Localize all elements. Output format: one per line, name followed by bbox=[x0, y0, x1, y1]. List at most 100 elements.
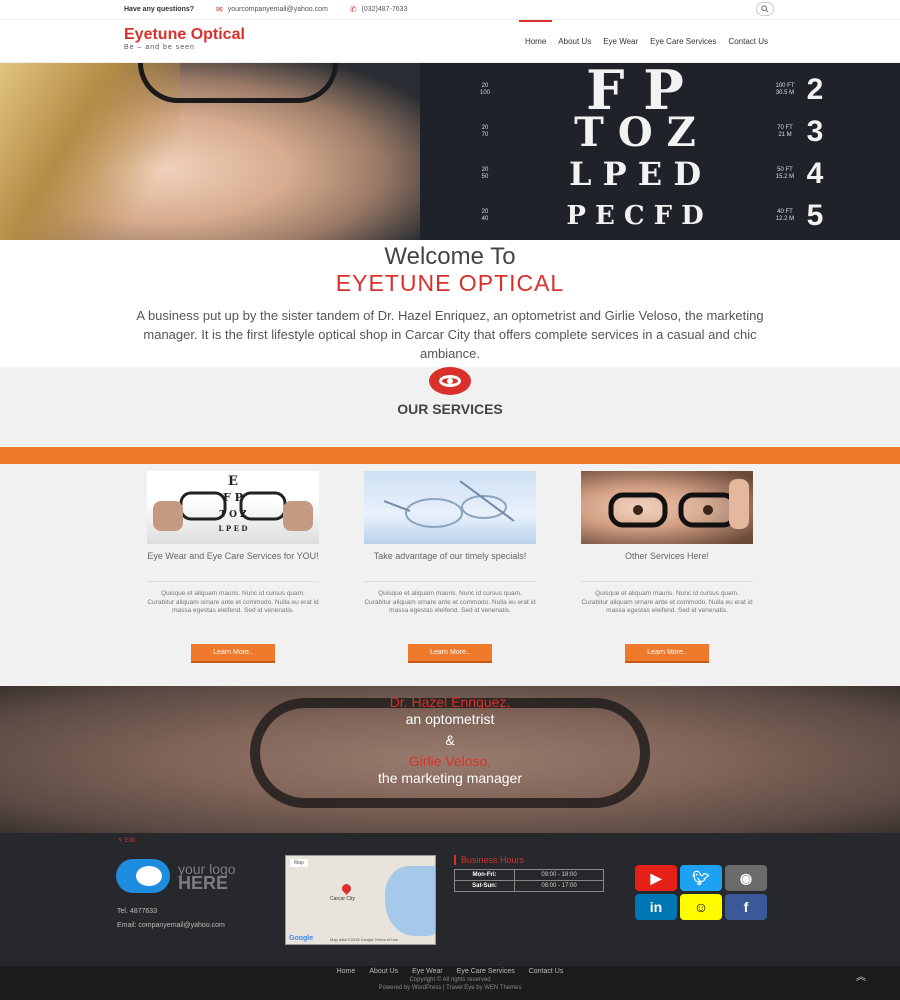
topbar-email[interactable]: ✉ yourcompanyemail@yahoo.com bbox=[216, 5, 328, 14]
phone-icon: ✆ bbox=[349, 5, 357, 14]
footer: ✎ Edit your logo HERE Tel. 4877633 Email… bbox=[0, 833, 900, 966]
topbar-phone[interactable]: ✆ (032)487-7633 bbox=[350, 5, 408, 14]
questions-label: Have any questions? bbox=[124, 6, 195, 13]
footer-link-eye-wear[interactable]: Eye Wear bbox=[412, 968, 443, 975]
twitter-icon[interactable]: 🐦︎ bbox=[680, 865, 722, 891]
service-card-title: Other Services Here! bbox=[624, 551, 710, 561]
service-card-divider bbox=[364, 581, 536, 582]
envelope-icon: ✉ bbox=[216, 5, 223, 14]
chart-right-num: 50 FT bbox=[777, 167, 793, 173]
eye-chart-row: 20 40 P E C F D 40 FT 12.2 M 5 bbox=[470, 195, 830, 237]
powered-by: Powered by WordPress | Travel Eye by WEN… bbox=[378, 985, 522, 991]
edit-link[interactable]: ✎ Edit bbox=[118, 837, 135, 844]
instagram-icon[interactable]: ◉ bbox=[725, 865, 767, 891]
glasses-on-blue-image bbox=[364, 471, 536, 544]
logo-mark-icon bbox=[116, 859, 170, 893]
chart-right-num: 15.2 M bbox=[775, 174, 795, 180]
orange-divider bbox=[0, 447, 900, 464]
service-card-text: Quisque et aliquam mauris. Nunc id cursu… bbox=[147, 590, 319, 614]
map-tab[interactable]: Map bbox=[290, 859, 308, 867]
footer-logo[interactable]: your logo HERE bbox=[116, 859, 236, 893]
hours-time: 08:00 - 17:00 bbox=[514, 880, 604, 892]
service-card-divider bbox=[581, 581, 753, 582]
hours-day: Mon-Fri: bbox=[454, 869, 515, 881]
youtube-icon[interactable]: ▶ bbox=[635, 865, 677, 891]
chart-right-num: 21 M bbox=[778, 132, 792, 138]
chart-right-num: 40 FT bbox=[777, 209, 793, 215]
linkedin-icon[interactable]: in bbox=[635, 894, 677, 920]
footer-email: Email: companyemail@yahoo.com bbox=[117, 922, 225, 929]
bottom-footer: Home About Us Eye Wear Eye Care Services… bbox=[0, 966, 900, 1000]
founder-name: Dr. Hazel Enriquez, bbox=[389, 694, 511, 710]
scroll-top-icon[interactable]: ︽ bbox=[856, 968, 866, 983]
nav-eye-wear[interactable]: Eye Wear bbox=[597, 20, 644, 63]
map-city-label: Carcar City bbox=[330, 896, 356, 902]
learn-more-button[interactable]: Learn More.. bbox=[408, 644, 492, 663]
site-header: Eyetune Optical Be – and be seen Home Ab… bbox=[0, 20, 900, 63]
service-card: E F P T O Z L P E D Eye Wear and Eye Car… bbox=[147, 471, 319, 686]
founder-role: the marketing manager bbox=[378, 770, 522, 786]
founder-role: an optometrist bbox=[405, 711, 495, 727]
nav-contact-us[interactable]: Contact Us bbox=[722, 20, 774, 63]
chart-line-number: 5 bbox=[806, 199, 824, 232]
facebook-icon[interactable]: f bbox=[725, 894, 767, 920]
welcome-description: A business put up by the sister tandem o… bbox=[136, 308, 764, 361]
chart-left-num: 20 bbox=[481, 125, 489, 131]
hours-time: 09:00 - 18:00 bbox=[514, 869, 604, 881]
chart-left-num: 20 bbox=[481, 167, 489, 173]
nav-home[interactable]: Home bbox=[518, 20, 553, 63]
chart-right-num: 30.5 M bbox=[775, 90, 795, 96]
business-hours: Business Hours Mon-Fri: 09:00 - 18:00 Sa… bbox=[454, 855, 604, 892]
site-title[interactable]: Eyetune Optical bbox=[124, 26, 245, 44]
welcome-section: Welcome To EYETUNE OPTICAL A business pu… bbox=[0, 240, 900, 365]
svg-text:L P E D: L P E D bbox=[219, 524, 248, 533]
services-header: OUR SERVICES bbox=[0, 367, 900, 447]
eye-chart-row: 20 70 T O Z 70 FT 21 M 3 bbox=[470, 108, 830, 156]
services-title: OUR SERVICES bbox=[397, 401, 503, 417]
location-map[interactable]: Map Carcar City Google Map data ©2016 Go… bbox=[285, 855, 436, 945]
chart-line-number: 2 bbox=[806, 73, 824, 106]
chart-right-num: 100 FT bbox=[775, 83, 795, 89]
learn-more-button[interactable]: Learn More.. bbox=[625, 644, 709, 663]
eye-chart-glasses-image: E F P T O Z L P E D bbox=[147, 471, 319, 544]
footer-link-about-us[interactable]: About Us bbox=[369, 968, 398, 975]
business-hours-title: Business Hours bbox=[454, 855, 604, 865]
table-row: Mon-Fri: 09:00 - 18:00 bbox=[454, 869, 604, 881]
snapchat-icon[interactable]: ☺ bbox=[680, 894, 722, 920]
chart-right-num: 70 FT bbox=[777, 125, 793, 131]
footer-link-eye-care-services[interactable]: Eye Care Services bbox=[457, 968, 515, 975]
hours-table: Mon-Fri: 09:00 - 18:00 Sat-Sun: 08:00 - … bbox=[454, 869, 604, 892]
founders-text: Dr. Hazel Enriquez, an optometrist & Gir… bbox=[0, 686, 900, 787]
svg-text:E: E bbox=[228, 474, 238, 489]
search-button[interactable] bbox=[756, 2, 774, 16]
chart-left-num: 50 bbox=[481, 174, 489, 180]
footer-link-home[interactable]: Home bbox=[337, 968, 356, 975]
founder-name: Girlie Veloso, bbox=[408, 753, 492, 769]
service-card: Take advantage of our timely specials! Q… bbox=[364, 471, 536, 686]
map-pin-icon[interactable] bbox=[340, 882, 353, 895]
service-card-title: Eye Wear and Eye Care Services for YOU! bbox=[147, 551, 319, 561]
learn-more-button[interactable]: Learn More.. bbox=[191, 644, 275, 663]
nav-eye-care-services[interactable]: Eye Care Services bbox=[644, 20, 722, 63]
footer-link-contact-us[interactable]: Contact Us bbox=[529, 968, 564, 975]
chart-line-number: 4 bbox=[806, 157, 824, 190]
welcome-heading: Welcome To bbox=[384, 243, 516, 270]
service-card: Other Services Here! Quisque et aliquam … bbox=[581, 471, 753, 686]
welcome-company-name: EYETUNE OPTICAL bbox=[335, 270, 565, 296]
chart-letters: L P E D bbox=[568, 155, 702, 193]
chart-letters: T O Z bbox=[574, 108, 696, 156]
map-attribution: Map data ©2016 Google Terms of Use bbox=[330, 937, 399, 942]
ampersand: & bbox=[445, 732, 455, 748]
chart-line-number: 3 bbox=[806, 115, 824, 148]
brand[interactable]: Eyetune Optical Be – and be seen bbox=[124, 26, 245, 51]
social-links: ▶ 🐦︎ ◉ in ☺ f bbox=[635, 865, 767, 920]
service-card-title: Take advantage of our timely specials! bbox=[373, 551, 527, 561]
chart-left-num: 40 bbox=[481, 216, 489, 222]
nav-about-us[interactable]: About Us bbox=[552, 20, 597, 63]
edit-label: Edit bbox=[124, 838, 136, 844]
search-icon bbox=[761, 5, 769, 13]
site-tagline: Be – and be seen bbox=[124, 44, 195, 51]
chart-left-num: 20 bbox=[481, 209, 489, 215]
edit-icon: ✎ bbox=[118, 838, 124, 844]
eye-chart-row: 20 50 L P E D 50 FT 15.2 M 4 bbox=[470, 153, 830, 195]
